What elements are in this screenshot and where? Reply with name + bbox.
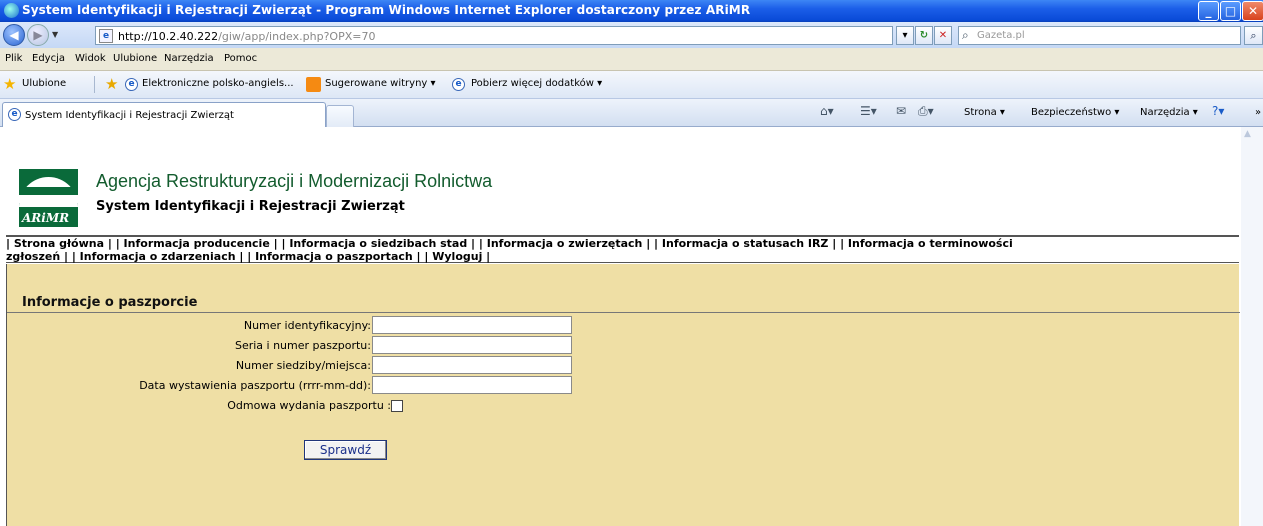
ie-page-icon: e [452,78,465,91]
home-icon[interactable]: ⌂▾ [820,104,834,118]
ie-logo-icon [4,3,19,18]
tool-bezpieczenstwo[interactable]: Bezpieczeństwo ▾ [1031,107,1119,118]
url-host: http://10.2.40.222 [118,30,219,43]
form-panel: Informacje o paszporcie Numer identyfika… [6,264,1240,526]
address-toolbar: ◀ ▶ ▼ e http://10.2.40.222/giw/app/index… [0,22,1263,48]
data-wystawienia-input[interactable] [372,376,572,394]
menu-bar: Plik Edycja Widok Ulubione Narzędzia Pom… [0,48,1263,71]
logo-text: ARiMR [22,211,70,225]
ie-page-icon: e [125,78,138,91]
tool-strona[interactable]: Strona ▾ [964,107,1005,118]
tab-bar: e System Identyfikacji i Rejestracji Zwi… [0,99,1263,127]
favorites-bar: ★ Ulubione ★ e Elektroniczne polsko-angi… [0,71,1263,99]
page-icon: e [99,29,113,43]
help-icon[interactable]: ?▾ [1212,104,1224,118]
form-row: Odmowa wydania paszportu : [7,395,607,415]
toolbar-overflow-icon[interactable]: » [1255,107,1261,118]
search-placeholder: Gazeta.pl [977,30,1025,41]
toolbar-divider [94,76,95,93]
menu-ulubione[interactable]: Ulubione [113,53,157,64]
field-label: Numer siedziby/miejsca: [235,359,371,372]
field-label: Seria i numer paszportu: [234,339,371,352]
form-row: Data wystawienia paszportu (rrrr-mm-dd): [7,375,607,395]
seria-numer-paszportu-input[interactable] [372,336,572,354]
new-tab-button[interactable] [326,105,354,127]
nav-row-1[interactable]: | Strona główna | | Informacja producenc… [6,237,1013,250]
suggested-sites-icon [306,77,321,92]
field-label: Data wystawienia paszportu (rrrr-mm-dd): [139,379,371,392]
numer-siedziby-input[interactable] [372,356,572,374]
minimize-button[interactable]: _ [1198,1,1219,21]
fav-item-sugerowane[interactable]: Sugerowane witryny ▾ [325,78,436,89]
system-name: System Identyfikacji i Rejestracji Zwier… [96,199,405,214]
url-path: /giw/app/index.php?OPX=70 [218,30,376,43]
back-button[interactable]: ◀ [3,24,25,46]
sprawdz-button[interactable]: Sprawdź [304,440,387,460]
arimr-logo: ARiMR [19,169,78,227]
field-label: Numer identyfikacyjny: [243,319,371,332]
tab-title: System Identyfikacji i Rejestracji Zwier… [25,110,234,121]
heading-divider [7,312,1240,313]
odmowa-checkbox[interactable] [391,400,403,412]
checkbox-label: Odmowa wydania paszportu : [227,399,391,412]
search-input[interactable]: ⌕ Gazeta.pl [958,26,1241,45]
window-title: System Identyfikacji i Rejestracji Zwier… [22,3,751,17]
tab-active[interactable]: e System Identyfikacji i Rejestracji Zwi… [2,102,326,127]
page-viewport: ARiMR Agencja Restrukturyzacji i Moderni… [0,127,1263,526]
form-row: Seria i numer paszportu: [7,335,607,355]
numer-identyfikacyjny-input[interactable] [372,316,572,334]
tool-narzedzia[interactable]: Narzędzia ▾ [1140,107,1198,118]
vertical-scrollbar[interactable] [1241,127,1263,526]
feeds-icon[interactable]: ☰▾ [860,104,877,118]
mail-icon[interactable]: ✉ [896,104,906,118]
menu-narzedzia[interactable]: Narzędzia [164,53,214,64]
address-dropdown-icon[interactable]: ▾ [896,26,914,45]
favorites-button[interactable]: Ulubione [22,78,66,89]
scroll-up-icon[interactable]: ▲ [1244,129,1251,139]
add-favorite-icon[interactable]: ★ [105,75,118,93]
maximize-button[interactable]: □ [1220,1,1241,21]
menu-plik[interactable]: Plik [5,53,22,64]
menu-pomoc[interactable]: Pomoc [224,53,257,64]
menu-edycja[interactable]: Edycja [32,53,65,64]
print-icon[interactable]: ⎙▾ [918,104,934,119]
menu-widok[interactable]: Widok [75,53,106,64]
close-button[interactable]: ✕ [1242,1,1263,21]
form-row: Numer identyfikacyjny: [7,315,607,335]
window-titlebar: System Identyfikacji i Rejestracji Zwier… [0,0,1263,22]
page-title: Informacje o paszporcie [22,295,198,310]
site-navigation: | Strona główna | | Informacja producenc… [6,235,1239,263]
favorites-star-icon: ★ [3,75,17,93]
refresh-icon[interactable]: ↻ [915,26,933,45]
agency-name: Agencja Restrukturyzacji i Modernizacji … [96,171,493,191]
history-dropdown-icon[interactable]: ▼ [52,30,58,39]
ie-page-icon: e [8,108,21,121]
fav-item-elektroniczne[interactable]: Elektroniczne polsko-angiels... [142,78,294,89]
search-provider-icon: ⌕ [962,28,969,42]
forward-button[interactable]: ▶ [27,24,49,46]
form-row: Numer siedziby/miejsca: [7,355,607,375]
stop-icon[interactable]: ✕ [934,26,952,45]
fav-item-pobierz[interactable]: Pobierz więcej dodatków ▾ [471,78,602,89]
address-input[interactable]: e http://10.2.40.222/giw/app/index.php?O… [95,26,893,45]
search-icon[interactable]: ⌕ [1244,26,1263,45]
nav-row-2[interactable]: zgłoszeń | | Informacja o zdarzeniach | … [6,250,490,263]
